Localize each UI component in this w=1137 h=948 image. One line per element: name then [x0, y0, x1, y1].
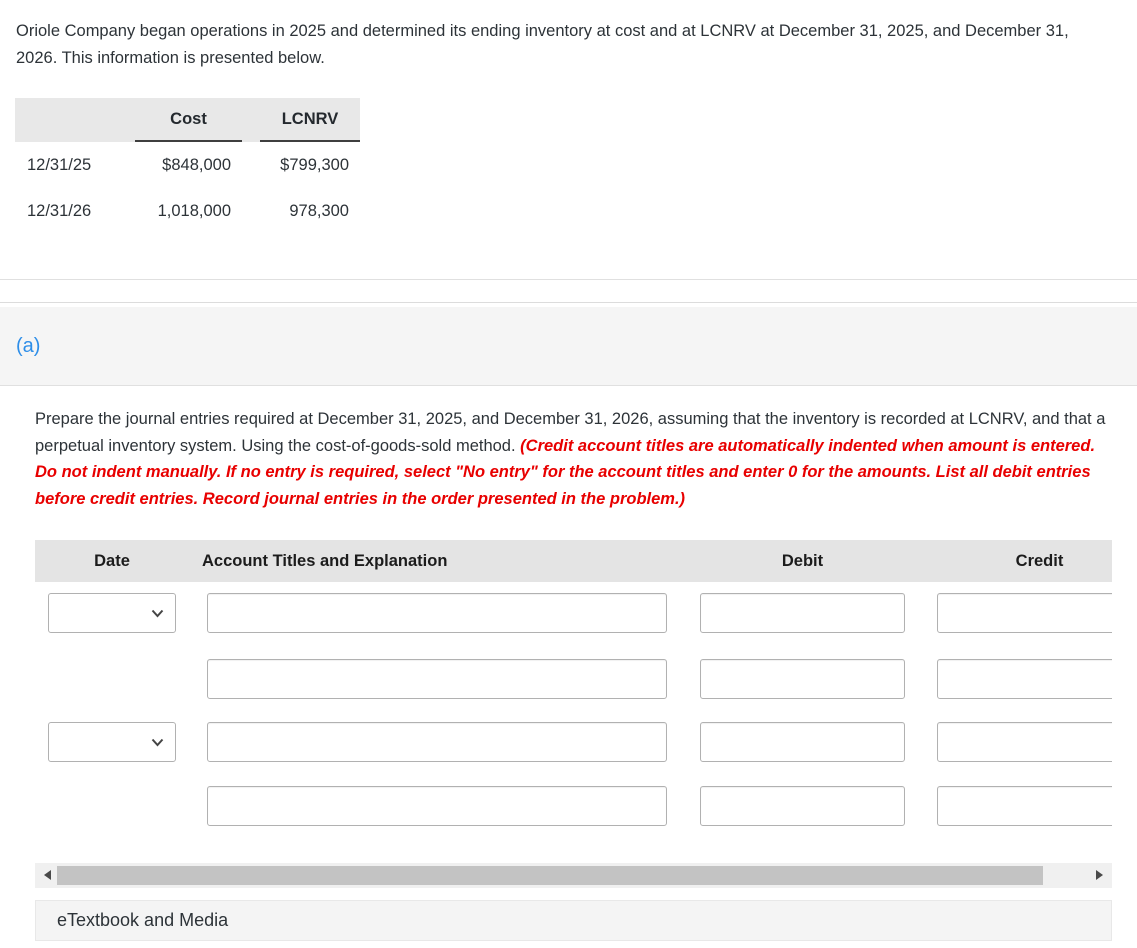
etextbook-and-media-label: eTextbook and Media: [57, 910, 229, 930]
row-date: 12/31/26: [27, 201, 92, 220]
problem-statement: Oriole Company began operations in 2025 …: [16, 22, 1069, 67]
account-header: Account Titles and Explanation: [202, 551, 448, 570]
debit-header: Debit: [781, 551, 824, 570]
journal-row: [35, 593, 1112, 633]
table-row: 12/31/26 1,018,000 978,300: [15, 188, 360, 233]
scroll-left-arrow-icon[interactable]: [44, 870, 51, 880]
row-lcnrv-value: 978,300: [289, 201, 349, 220]
journal-row: [35, 786, 1112, 826]
table-row: 12/31/25 $848,000 $799,300: [15, 142, 360, 188]
date-header: Date: [94, 551, 130, 570]
debit-input[interactable]: [700, 722, 905, 762]
credit-header: Credit: [1015, 551, 1064, 570]
cost-column-header: Cost: [135, 98, 242, 142]
scroll-right-arrow-icon[interactable]: [1096, 870, 1103, 880]
credit-input[interactable]: [937, 593, 1112, 633]
credit-input[interactable]: [937, 722, 1112, 762]
assignment-page: Oriole Company began operations in 2025 …: [0, 0, 1137, 948]
part-a-header-band: (a): [0, 307, 1137, 386]
account-titles-input[interactable]: [207, 786, 667, 826]
scrollbar-thumb[interactable]: [57, 866, 1043, 885]
account-titles-input[interactable]: [207, 722, 667, 762]
date-select[interactable]: [48, 722, 176, 762]
account-titles-input[interactable]: [207, 659, 667, 699]
row-date: 12/31/25: [27, 155, 92, 174]
date-column-header: [15, 98, 117, 142]
debit-input[interactable]: [700, 659, 905, 699]
horizontal-scrollbar[interactable]: [35, 863, 1112, 888]
etextbook-and-media-section[interactable]: eTextbook and Media: [35, 900, 1112, 941]
debit-input[interactable]: [700, 786, 905, 826]
section-divider: [0, 302, 1137, 303]
row-cost-value: $848,000: [162, 155, 231, 174]
journal-row: [35, 659, 1112, 699]
debit-input[interactable]: [700, 593, 905, 633]
credit-input[interactable]: [937, 786, 1112, 826]
lcnrv-column-header: LCNRV: [260, 98, 360, 142]
journal-row: [35, 722, 1112, 762]
row-lcnrv-value: $799,300: [280, 155, 349, 174]
account-titles-input[interactable]: [207, 593, 667, 633]
date-select[interactable]: [48, 593, 176, 633]
row-cost-value: 1,018,000: [157, 201, 231, 220]
part-a-label: (a): [16, 335, 41, 357]
inventory-table: Cost LCNRV 12/31/25 $848,000 $799,300 12…: [15, 98, 360, 233]
journal-table-header: Date Account Titles and Explanation Debi…: [35, 540, 1112, 582]
section-divider: [0, 279, 1137, 280]
table-header-gap: [242, 98, 260, 142]
journal-table-body: [35, 590, 1112, 832]
credit-input[interactable]: [937, 659, 1112, 699]
table-header-gap: [117, 98, 135, 142]
instructions-paragraph: Prepare the journal entries required at …: [35, 406, 1115, 512]
